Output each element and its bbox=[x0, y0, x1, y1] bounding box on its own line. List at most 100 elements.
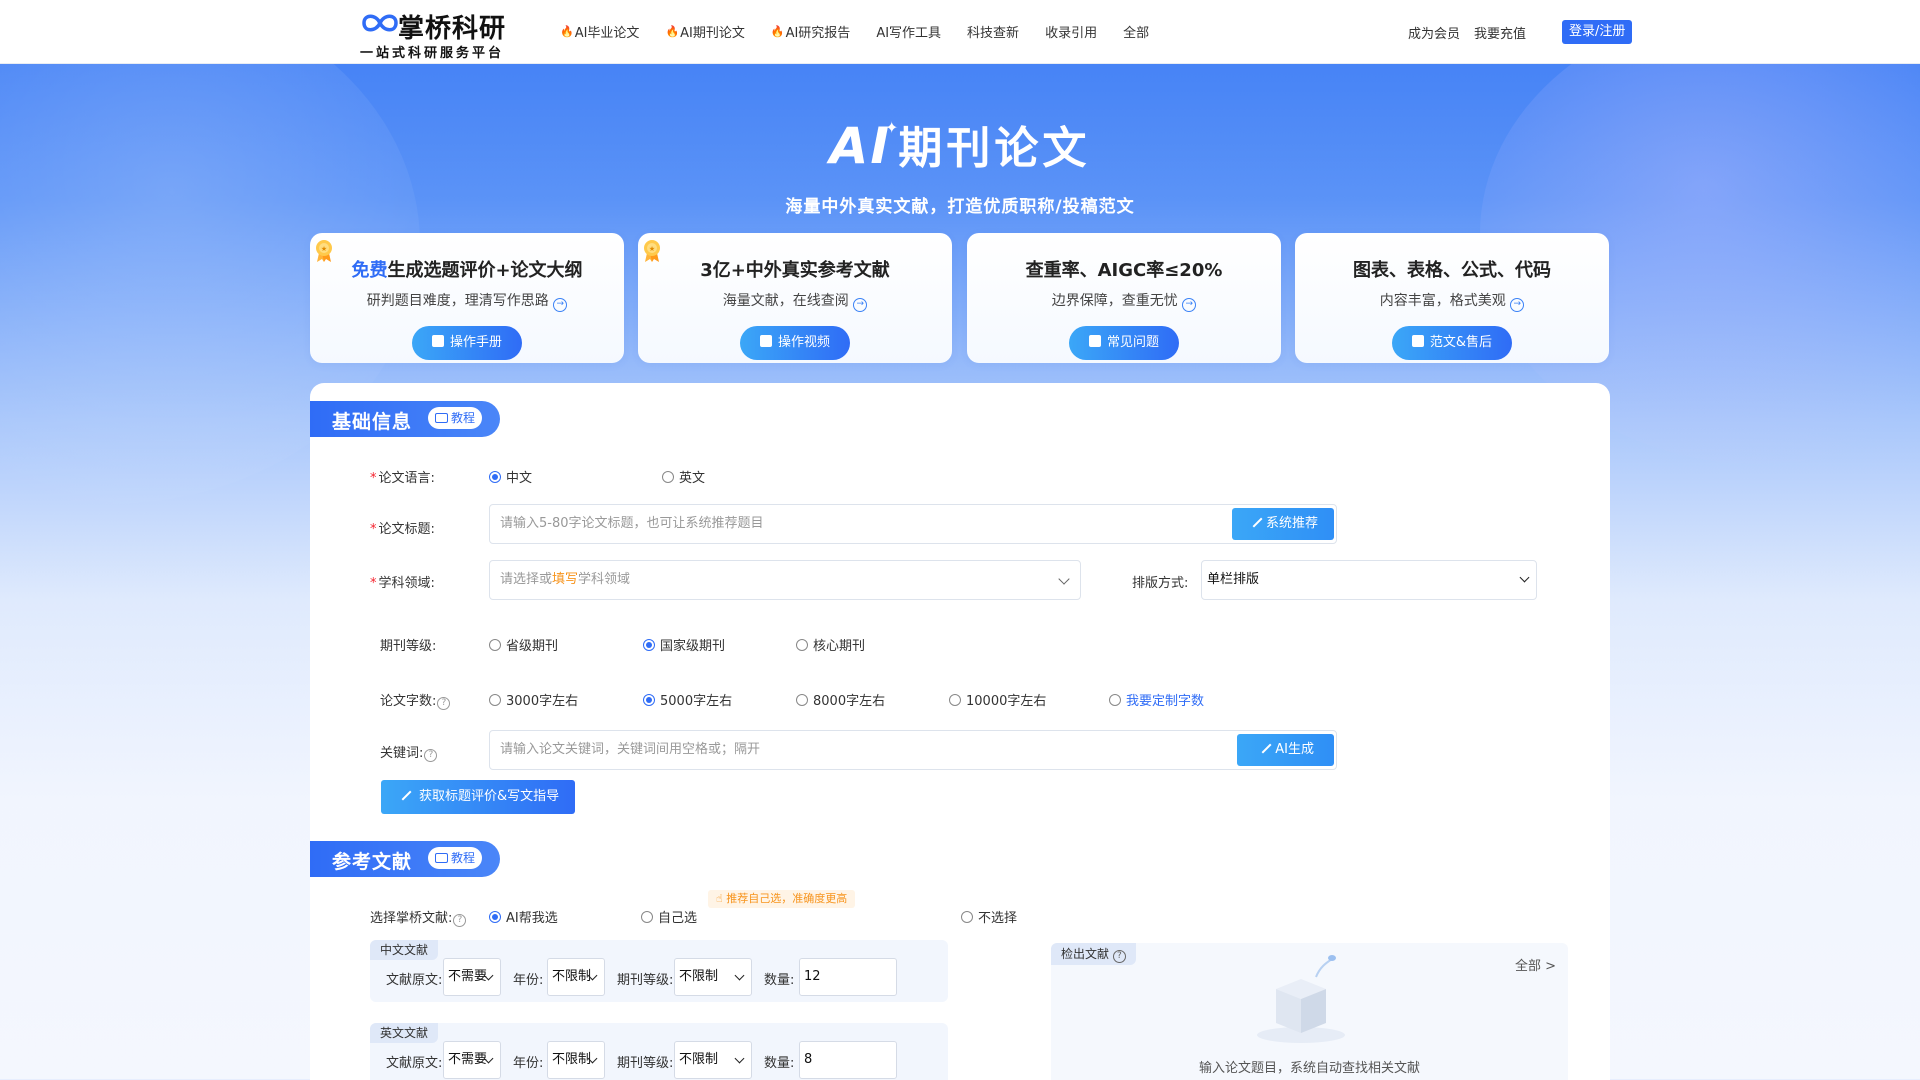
feature-cards: ★ 免费生成选题评价+论文大纲 研判题目难度，理清写作思路 → 操作手册 ★ 3亿+中外真… bbox=[310, 233, 1610, 363]
section-references: 参考文献 教程 bbox=[310, 841, 500, 877]
title-input[interactable]: 请输入5-80字论文标题，也可让系统推荐题目 系统推荐 bbox=[489, 504, 1337, 544]
en-quantity-input[interactable]: 8 bbox=[799, 1041, 897, 1079]
get-title-evaluation-button[interactable]: 获取标题评价&写文指导 bbox=[381, 780, 576, 814]
tutorial-button[interactable]: 教程 bbox=[428, 847, 483, 869]
nav-item-2[interactable]: 🔥 AI研究报告 bbox=[771, 22, 850, 41]
nav-item-4[interactable]: 科技查新 bbox=[967, 22, 1019, 41]
cn-original-select[interactable]: 不需要 bbox=[443, 958, 501, 996]
radio-words-3000[interactable]: 3000字左右 bbox=[489, 690, 578, 709]
radio-refs-none[interactable]: 不选择 bbox=[961, 907, 1017, 926]
nav-item-5[interactable]: 收录引用 bbox=[1045, 22, 1097, 41]
chevron-down-icon bbox=[734, 1053, 745, 1064]
empty-hint: 输入论文题目，系统自动查找相关文献 bbox=[1198, 1061, 1420, 1076]
recharge-link[interactable]: 我要充值 bbox=[1474, 23, 1526, 42]
fire-icon: 🔥 bbox=[560, 25, 574, 38]
keywords-input[interactable]: 请输入论文关键词，关键词间用空格或；隔开 AI生成 bbox=[489, 730, 1337, 770]
help-icon[interactable]: ? bbox=[453, 914, 467, 927]
thumbs-up-icon: ☝ bbox=[716, 892, 723, 905]
cn-quantity-input[interactable]: 12 bbox=[799, 958, 897, 996]
chinese-literature-box: 中文文献 文献原文: 不需要 年份: 不限制 期刊等级: 不限制 数量: 12 bbox=[370, 940, 948, 1002]
radio-words-10000[interactable]: 10000字左右 bbox=[949, 690, 1046, 709]
journal-level-label: 期刊等级: bbox=[617, 1056, 674, 1071]
nav-item-3[interactable]: AI写作工具 bbox=[876, 22, 941, 41]
card-subtitle: 边界保障，查重无忧 → bbox=[967, 290, 1281, 312]
card-title: 3亿+中外真实参考文献 bbox=[700, 260, 890, 281]
word-count-label: 论文字数:? bbox=[380, 690, 451, 710]
feature-card-3: 图表、表格、公式、代码 内容丰富，格式美观 → 范文&售后 bbox=[1295, 233, 1609, 363]
lang-label: * 论文语言: bbox=[370, 471, 435, 486]
hero-subtitle: 海量中外真实文献，打造优质职称/投稿范文 bbox=[785, 197, 1135, 217]
chevron-down-icon bbox=[1519, 572, 1530, 583]
logo[interactable]: 掌桥科研 一站式科研服务平台 bbox=[358, 6, 518, 61]
card-button-1[interactable]: 操作视频 bbox=[739, 326, 850, 360]
ai-generate-button[interactable]: AI生成 bbox=[1237, 734, 1334, 766]
keywords-placeholder: 请输入论文关键词，关键词间用空格或；隔开 bbox=[500, 742, 761, 757]
help-icon[interactable]: ? bbox=[424, 749, 438, 762]
card-button-2[interactable]: 常见问题 bbox=[1068, 326, 1179, 360]
arrow-right-circle-icon[interactable]: → bbox=[1510, 298, 1525, 312]
card-button-3[interactable]: 范文&售后 bbox=[1391, 326, 1513, 360]
cn-journal-level-select[interactable]: 不限制 bbox=[674, 958, 752, 996]
login-register-button[interactable]: 登录/注册 bbox=[1562, 20, 1633, 44]
arrow-right-circle-icon[interactable]: → bbox=[853, 298, 868, 312]
nav-item-1[interactable]: 🔥 AI期刊论文 bbox=[665, 22, 744, 41]
radio-dot bbox=[641, 910, 653, 923]
radio-words-8000[interactable]: 8000字左右 bbox=[796, 690, 885, 709]
en-journal-level-select[interactable]: 不限制 bbox=[674, 1041, 752, 1079]
view-all-link[interactable]: 全部 > bbox=[1515, 955, 1556, 974]
nav-item-6[interactable]: 全部 bbox=[1123, 22, 1149, 41]
retrieved-literature-box: 检出文献 ? 全部 > 输入论文题目，系统自动查找相关文献 bbox=[1051, 943, 1568, 1080]
original-text-label: 文献原文: bbox=[386, 1056, 443, 1071]
help-icon[interactable]: ? bbox=[437, 697, 451, 710]
radio-refs-self[interactable]: 自己选 bbox=[641, 907, 697, 926]
help-icon[interactable]: ? bbox=[1112, 950, 1126, 963]
journal-level-label: 期刊等级: bbox=[380, 639, 437, 654]
svg-text:★: ★ bbox=[649, 245, 655, 253]
feature-card-2: 查重率、AIGC率≤20% 边界保障，查重无忧 → 常见问题 bbox=[967, 233, 1281, 363]
main-nav: 🔥 AI毕业论文 🔥 AI期刊论文 🔥 AI研究报告 AI写作工具 科技查新 收录引用 全部 bbox=[560, 22, 1175, 41]
section-title: 参考文献 bbox=[332, 851, 413, 873]
nav-item-0[interactable]: 🔥 AI毕业论文 bbox=[560, 22, 639, 41]
en-year-select[interactable]: 不限制 bbox=[547, 1041, 605, 1079]
become-member-link[interactable]: 成为会员 bbox=[1408, 23, 1460, 42]
radio-lang-en[interactable]: 英文 bbox=[662, 467, 705, 486]
radio-refs-ai[interactable]: AI帮我选 bbox=[489, 907, 558, 926]
radio-lang-zh[interactable]: 中文 bbox=[489, 467, 532, 486]
radio-level-national[interactable]: 国家级期刊 bbox=[643, 635, 725, 654]
arrow-right-circle-icon[interactable]: → bbox=[1182, 298, 1197, 312]
tutorial-label: 教程 bbox=[451, 851, 476, 865]
cn-year-select[interactable]: 不限制 bbox=[547, 958, 605, 996]
radio-dot bbox=[796, 693, 808, 706]
arrow-right-circle-icon[interactable]: → bbox=[553, 298, 568, 312]
system-recommend-button[interactable]: 系统推荐 bbox=[1231, 508, 1334, 540]
radio-words-custom[interactable]: 我要定制字数 bbox=[1109, 690, 1204, 709]
hero-title: AI✦期刊论文 bbox=[0, 112, 1920, 176]
radio-dot bbox=[961, 910, 973, 923]
choose-refs-label: 选择掌桥文献:? bbox=[370, 907, 467, 927]
medal-icon: ★ bbox=[316, 240, 332, 262]
nav-label: AI期刊论文 bbox=[680, 26, 745, 41]
radio-level-core[interactable]: 核心期刊 bbox=[796, 635, 865, 654]
nav-label: 收录引用 bbox=[1045, 26, 1098, 41]
radio-dot bbox=[643, 638, 655, 651]
title-label: * 论文标题: bbox=[370, 522, 435, 537]
card-button-0[interactable]: 操作手册 bbox=[411, 326, 522, 360]
logo-name: 掌桥科研 bbox=[398, 14, 507, 44]
video-icon bbox=[435, 853, 448, 863]
field-label: * 学科领域: bbox=[370, 576, 435, 591]
medal-icon: ★ bbox=[644, 240, 660, 262]
radio-words-5000[interactable]: 5000字左右 bbox=[643, 690, 732, 709]
tutorial-button[interactable]: 教程 bbox=[428, 407, 483, 429]
en-original-select[interactable]: 不需要 bbox=[443, 1041, 501, 1079]
svg-text:★: ★ bbox=[321, 245, 327, 253]
layout-select[interactable]: 单栏排版 bbox=[1201, 560, 1537, 600]
subject-field-select[interactable]: 请选择或填写学科领域 bbox=[489, 560, 1081, 600]
pen-icon bbox=[394, 783, 412, 801]
faq-icon bbox=[1088, 335, 1101, 347]
radio-dot bbox=[662, 470, 674, 483]
chevron-down-icon bbox=[734, 970, 745, 981]
card-subtitle: 内容丰富，格式美观 → bbox=[1295, 290, 1609, 312]
radio-level-provincial[interactable]: 省级期刊 bbox=[489, 635, 558, 654]
feature-card-0: ★ 免费生成选题评价+论文大纲 研判题目难度，理清写作思路 → 操作手册 bbox=[310, 233, 624, 363]
year-label: 年份: bbox=[513, 973, 544, 988]
